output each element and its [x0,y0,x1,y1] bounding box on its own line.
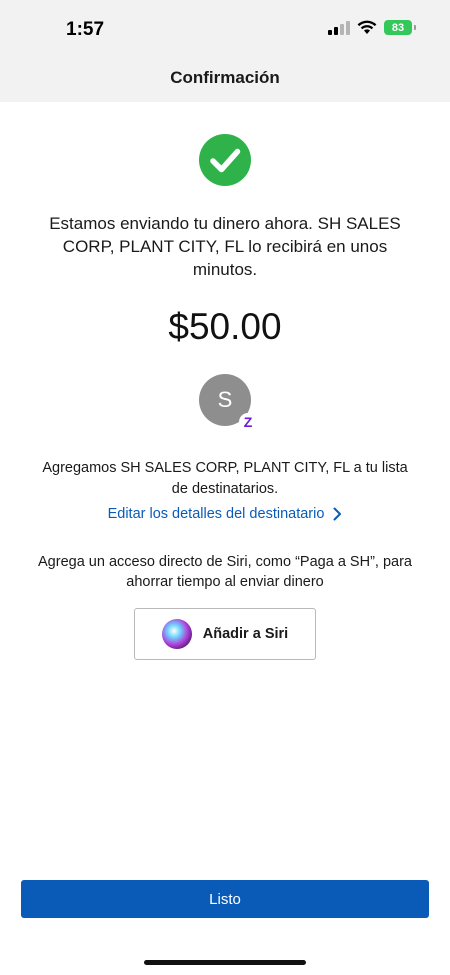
zelle-badge-glyph: Z [243,414,253,430]
checkmark-circle-icon [199,134,251,186]
page-title: Confirmación [170,68,280,87]
status-icons: 83 [328,20,416,35]
edit-recipient-link[interactable]: Editar los detalles del destinatario [0,506,450,522]
add-to-siri-label: Añadir a Siri [202,626,289,642]
home-indicator [144,960,306,965]
transfer-amount: $50.00 [168,306,282,347]
wifi-icon [357,20,377,34]
cellular-signal-icon [328,20,350,35]
status-time: 1:57 [66,19,105,40]
confirmation-message: Estamos enviando tu dinero ahora. SH SAL… [49,214,401,279]
avatar-initial: S [217,387,233,412]
status-bar: 1:57 83 [0,0,450,56]
nav-header: Confirmación [0,56,450,102]
edit-recipient-label: Editar los detalles del destinatario [107,506,325,522]
battery-charging-icon: 83 [384,20,416,35]
siri-shortcut-prompt: Agrega un acceso directo de Siri, como “… [38,554,412,590]
done-button[interactable]: Listo [21,880,429,918]
chevron-right-icon [333,507,342,521]
add-to-siri-button[interactable]: Añadir a Siri [134,608,316,660]
done-button-label: Listo [209,890,241,908]
recipient-added-message: Agregamos SH SALES CORP, PLANT CITY, FL … [42,460,408,497]
battery-level: 83 [391,21,405,34]
zelle-icon: Z [239,413,257,431]
siri-icon [161,619,192,649]
